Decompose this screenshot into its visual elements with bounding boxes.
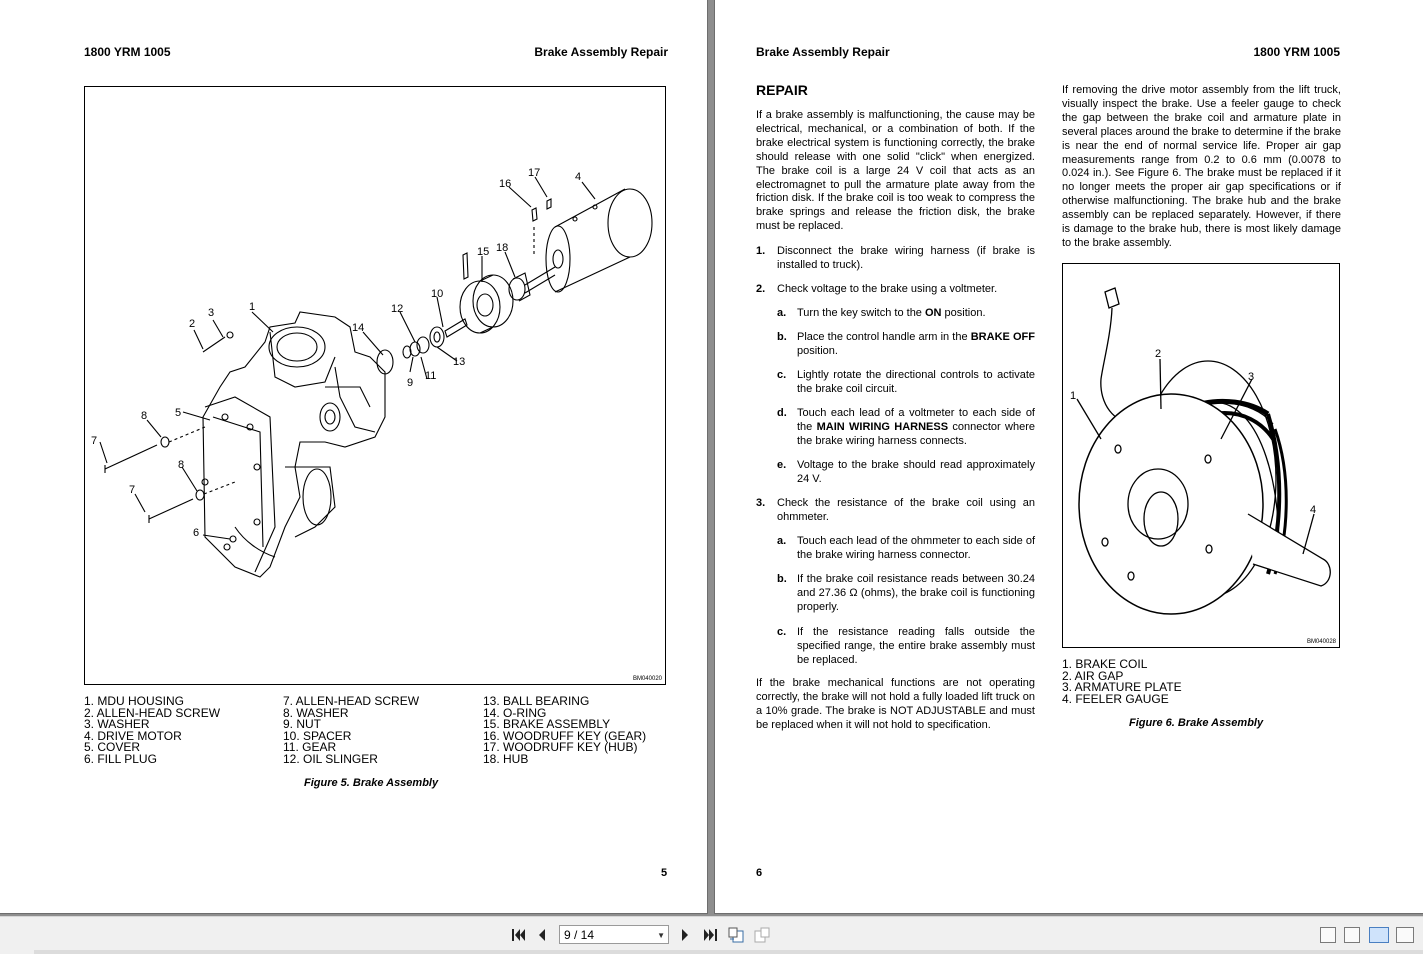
- step-1-text: Disconnect the brake wiring harness (if …: [777, 245, 1035, 271]
- first-page-button[interactable]: [510, 926, 528, 944]
- substep-letter: b.: [777, 573, 787, 585]
- callout-1: 1: [1070, 390, 1076, 402]
- facing-view-icon[interactable]: [1369, 927, 1389, 943]
- callout-15: 15: [477, 246, 489, 258]
- callout-8b: 8: [178, 459, 184, 471]
- horizontal-scrollbar[interactable]: [34, 950, 1423, 954]
- figure-6-code: BM040028: [1306, 639, 1336, 645]
- callout-18: 18: [496, 242, 508, 254]
- callout-8a: 8: [141, 410, 147, 422]
- viewer-toolbar: 9 / 14 ▼: [0, 916, 1423, 954]
- figure-5-box: 1 2 3 4 5 6 7 7 8 8 9 10 11 12 13 14 15 …: [84, 86, 666, 685]
- step-number: 1.: [756, 245, 766, 257]
- callout-4: 4: [575, 171, 581, 183]
- header-section-title: Brake Assembly Repair: [534, 45, 668, 59]
- step-2a-text: Turn the key switch to the ON position.: [797, 307, 986, 319]
- step-3b-text: If the brake coil resistance reads betwe…: [797, 573, 1035, 613]
- callout-17: 17: [528, 167, 540, 179]
- callout-14: 14: [352, 322, 364, 334]
- header-doc-number: 1800 YRM 1005: [84, 45, 171, 59]
- intro-paragraph: If a brake assembly is malfunctioning, t…: [756, 109, 1035, 233]
- legend-item: 18. HUB: [483, 751, 529, 766]
- substep-letter: a.: [777, 307, 787, 319]
- step-2e-text: Voltage to the brake should read approxi…: [797, 459, 1035, 485]
- substep-letter: a.: [777, 535, 787, 547]
- callout-2: 2: [1155, 348, 1161, 360]
- callout-3: 3: [208, 307, 214, 319]
- continuous-facing-view-icon[interactable]: [1396, 927, 1414, 943]
- step-3a-text: Touch each lead of the ohmmeter to each …: [797, 535, 1035, 561]
- substep-letter: d.: [777, 407, 787, 419]
- left-page: 1800 YRM 1005 Brake Assembly Repair 1 2 …: [0, 0, 707, 913]
- callout-12: 12: [391, 303, 403, 315]
- figure-6-legend: 1. BRAKE COIL 2. AIR GAP 3. ARMATURE PLA…: [1062, 658, 1182, 706]
- callout-3: 3: [1248, 371, 1254, 383]
- previous-page-icon: [539, 929, 545, 941]
- step-number: 3.: [756, 497, 766, 509]
- callout-11: 11: [425, 370, 436, 382]
- callout-7b: 7: [129, 484, 135, 496]
- page-number: 6: [756, 867, 763, 879]
- callout-7a: 7: [91, 435, 97, 447]
- callout-10: 10: [431, 288, 443, 300]
- substep-letter: c.: [777, 626, 787, 638]
- previous-page-button[interactable]: [533, 926, 551, 944]
- callout-6: 6: [193, 527, 199, 539]
- page-number: 5: [661, 867, 668, 879]
- legend-item: 6. FILL PLUG: [84, 751, 157, 766]
- step-2c-text: Lightly rotate the directional controls …: [797, 369, 1035, 395]
- figure-5-legend-col2: 7. ALLEN-HEAD SCREW 8. WASHER 9. NUT 10.…: [283, 695, 419, 766]
- step-2d-text: Touch each lead of a voltmeter to each s…: [797, 407, 1035, 447]
- step-3-text: Check the resistance of the brake coil u…: [777, 497, 1035, 523]
- legend-item: 12. OIL SLINGER: [283, 751, 378, 766]
- inspection-paragraph: If removing the drive motor assembly fro…: [1062, 84, 1341, 249]
- last-page-icon: [704, 929, 717, 941]
- previous-view-icon: [728, 927, 744, 943]
- callout-1: 1: [249, 301, 255, 313]
- callout-9: 9: [407, 377, 413, 389]
- section-title: REPAIR: [756, 82, 808, 98]
- callout-13: 13: [453, 356, 465, 368]
- figure-6-drawing: 1 2 3 4: [1070, 287, 1331, 615]
- figure-6-caption: Figure 6. Brake Assembly: [1129, 717, 1264, 729]
- go-back-view-button[interactable]: [727, 926, 745, 944]
- legend-item: 4. FEELER GAUGE: [1062, 691, 1169, 706]
- substep-letter: b.: [777, 331, 787, 343]
- page-number-input[interactable]: 9 / 14 ▼: [559, 925, 669, 944]
- figure-5-legend-col3: 13. BALL BEARING 14. O-RING 15. BRAKE AS…: [483, 695, 646, 766]
- closing-paragraph: If the brake mechanical functions are no…: [756, 677, 1035, 731]
- step-number: 2.: [756, 283, 766, 295]
- next-page-icon: [682, 929, 688, 941]
- figure-5-drawing: 1 2 3 4 5 6 7 7 8 8 9 10 11 12 13 14 15 …: [91, 167, 653, 578]
- step-3c-text: If the resistance reading falls outside …: [797, 626, 1035, 666]
- callout-2: 2: [189, 318, 195, 330]
- page-indicator-text: 9 / 14: [564, 928, 595, 942]
- next-view-icon: [754, 927, 770, 943]
- header-doc-number: 1800 YRM 1005: [1253, 45, 1340, 59]
- single-page-view-icon[interactable]: [1320, 927, 1336, 943]
- chevron-down-icon[interactable]: ▼: [657, 926, 665, 945]
- header-section-title: Brake Assembly Repair: [756, 45, 890, 59]
- figure-5-legend-col1: 1. MDU HOUSING 2. ALLEN-HEAD SCREW 3. WA…: [84, 695, 220, 766]
- last-page-button[interactable]: [701, 926, 719, 944]
- callout-4: 4: [1310, 504, 1316, 516]
- step-2b-text: Place the control handle arm in the BRAK…: [797, 331, 1035, 357]
- go-forward-view-button[interactable]: [753, 926, 771, 944]
- substep-letter: e.: [777, 459, 787, 471]
- next-page-button[interactable]: [676, 926, 694, 944]
- figure-6-box: 1 2 3 4 BM040028: [1062, 263, 1340, 648]
- step-2-text: Check voltage to the brake using a voltm…: [777, 283, 998, 295]
- first-page-icon: [512, 929, 525, 941]
- figure-5-code: BM040020: [632, 676, 662, 682]
- continuous-view-icon[interactable]: [1344, 927, 1360, 943]
- figure-5-caption: Figure 5. Brake Assembly: [304, 777, 439, 789]
- callout-16: 16: [499, 178, 511, 190]
- right-page: Brake Assembly Repair 1800 YRM 1005 REPA…: [715, 0, 1423, 913]
- substep-letter: c.: [777, 369, 787, 381]
- callout-5: 5: [175, 407, 181, 419]
